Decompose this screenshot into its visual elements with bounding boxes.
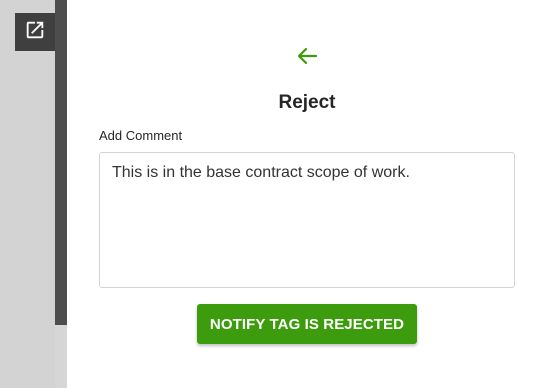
- popout-button[interactable]: [15, 13, 55, 51]
- back-button[interactable]: [296, 46, 318, 66]
- background-page-area: [0, 0, 55, 388]
- notify-rejected-button[interactable]: NOTIFY TAG IS REJECTED: [197, 304, 417, 344]
- arrow-left-icon: [296, 47, 318, 70]
- reject-panel: Reject Add Comment This is in the base c…: [67, 0, 547, 388]
- open-in-new-icon: [24, 19, 46, 46]
- scrollbar-thumb[interactable]: [55, 0, 67, 325]
- comment-label: Add Comment: [99, 128, 183, 143]
- comment-textarea[interactable]: This is in the base contract scope of wo…: [99, 152, 515, 288]
- page-title: Reject: [278, 92, 336, 113]
